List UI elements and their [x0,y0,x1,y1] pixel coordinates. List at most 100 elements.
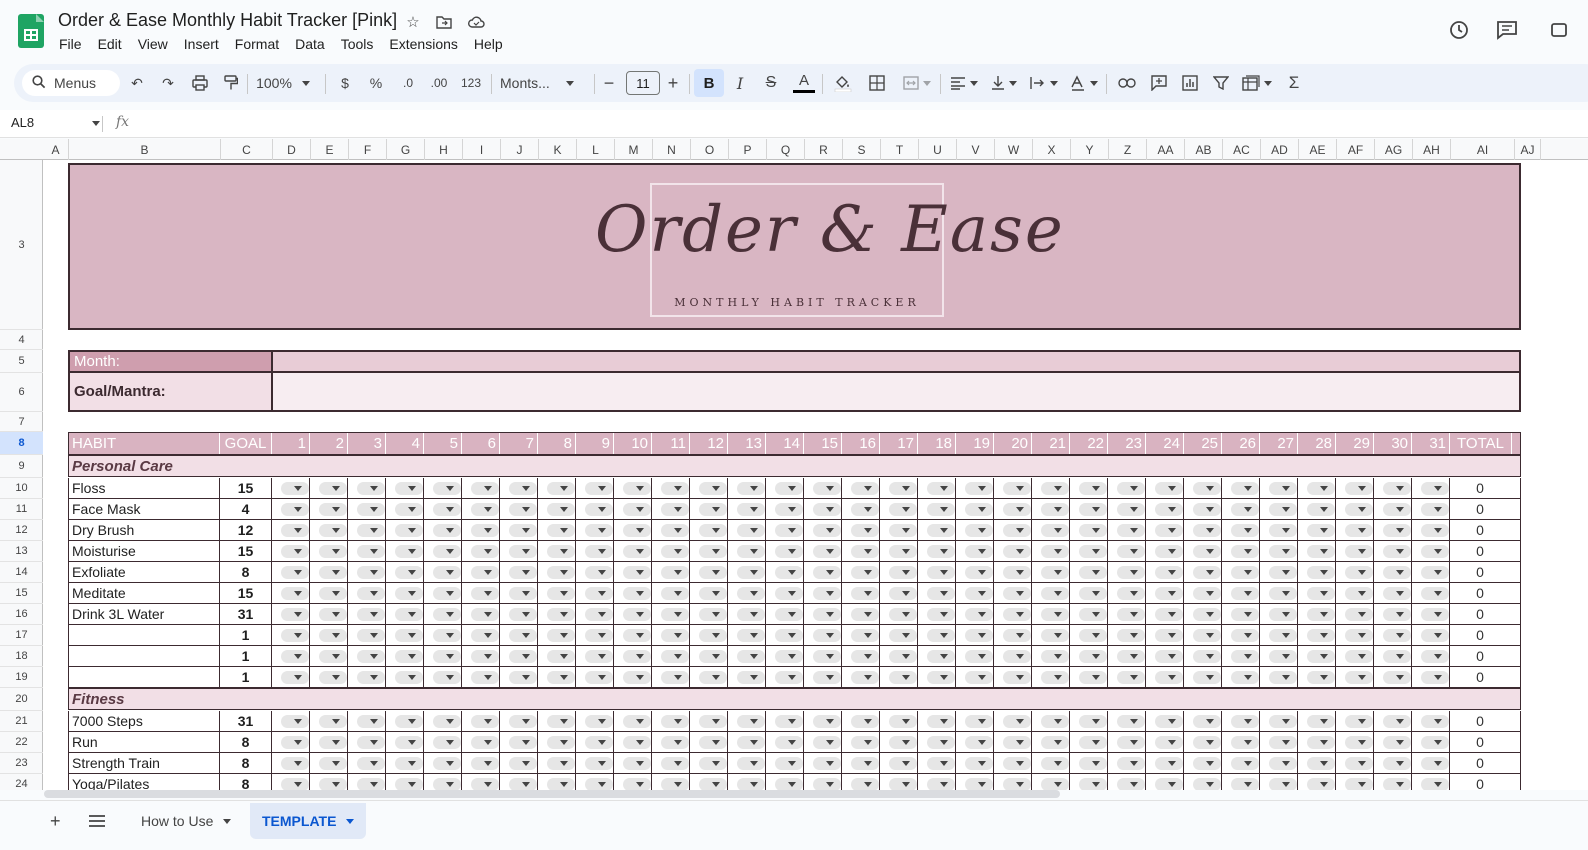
day-checkbox-dropdown[interactable] [310,646,348,666]
dropdown-chip-icon[interactable] [1155,628,1183,642]
paint-format-icon[interactable] [220,64,242,102]
dropdown-chip-icon[interactable] [1117,777,1145,790]
column-header-j[interactable]: J [501,139,539,160]
row-header-21[interactable]: 21 [0,711,43,732]
dropdown-chip-icon[interactable] [395,544,423,558]
dropdown-chip-icon[interactable] [889,756,917,770]
month-input[interactable] [271,350,1521,373]
dropdown-chip-icon[interactable] [699,481,727,495]
day-checkbox-dropdown[interactable] [386,583,424,603]
dropdown-chip-icon[interactable] [1193,714,1221,728]
dropdown-chip-icon[interactable] [1079,607,1107,621]
day-checkbox-dropdown[interactable] [728,478,766,498]
day-header-31[interactable]: 31 [1412,433,1450,454]
dropdown-chip-icon[interactable] [433,544,461,558]
column-header-e[interactable]: E [311,139,349,160]
dropdown-chip-icon[interactable] [775,502,803,516]
borders-icon[interactable] [866,64,888,102]
day-checkbox-dropdown[interactable] [804,520,842,540]
day-checkbox-dropdown[interactable] [918,562,956,582]
dropdown-chip-icon[interactable] [965,586,993,600]
dropdown-chip-icon[interactable] [889,586,917,600]
habit-name-cell[interactable]: Exfoliate [69,562,220,582]
day-header-19[interactable]: 19 [956,433,994,454]
day-checkbox-dropdown[interactable] [766,562,804,582]
day-checkbox-dropdown[interactable] [1260,562,1298,582]
day-checkbox-dropdown[interactable] [310,667,348,687]
currency-format-button[interactable]: $ [336,64,354,102]
dropdown-chip-icon[interactable] [623,777,651,790]
day-checkbox-dropdown[interactable] [1146,711,1184,731]
dropdown-chip-icon[interactable] [281,756,309,770]
day-checkbox-dropdown[interactable] [690,732,728,752]
increase-font-size-button[interactable]: + [664,64,682,102]
dropdown-chip-icon[interactable] [1345,649,1373,663]
dropdown-chip-icon[interactable] [1383,565,1411,579]
day-checkbox-dropdown[interactable] [500,732,538,752]
day-checkbox-dropdown[interactable] [272,774,310,790]
dropdown-chip-icon[interactable] [1231,714,1259,728]
day-checkbox-dropdown[interactable] [1108,541,1146,561]
dropdown-chip-icon[interactable] [1041,649,1069,663]
dropdown-chip-icon[interactable] [1345,523,1373,537]
day-header-7[interactable]: 7 [500,433,538,454]
day-checkbox-dropdown[interactable] [462,625,500,645]
column-header-s[interactable]: S [843,139,881,160]
day-checkbox-dropdown[interactable] [842,499,880,519]
day-checkbox-dropdown[interactable] [766,604,804,624]
day-checkbox-dropdown[interactable] [1412,667,1450,687]
day-checkbox-dropdown[interactable] [880,583,918,603]
day-header-22[interactable]: 22 [1070,433,1108,454]
day-checkbox-dropdown[interactable] [462,711,500,731]
day-checkbox-dropdown[interactable] [994,774,1032,790]
day-checkbox-dropdown[interactable] [538,562,576,582]
dropdown-chip-icon[interactable] [1421,649,1449,663]
day-header-9[interactable]: 9 [576,433,614,454]
dropdown-chip-icon[interactable] [1383,777,1411,790]
dropdown-chip-icon[interactable] [965,756,993,770]
dropdown-chip-icon[interactable] [775,735,803,749]
day-checkbox-dropdown[interactable] [994,604,1032,624]
dropdown-chip-icon[interactable] [661,670,689,684]
dropdown-chip-icon[interactable] [623,502,651,516]
dropdown-chip-icon[interactable] [965,628,993,642]
day-checkbox-dropdown[interactable] [918,732,956,752]
tab-how-to-use[interactable]: How to Use [127,803,245,839]
dropdown-chip-icon[interactable] [851,649,879,663]
dropdown-chip-icon[interactable] [851,565,879,579]
dropdown-chip-icon[interactable] [509,565,537,579]
day-checkbox-dropdown[interactable] [576,667,614,687]
day-checkbox-dropdown[interactable] [424,732,462,752]
dropdown-chip-icon[interactable] [1193,735,1221,749]
day-checkbox-dropdown[interactable] [1336,711,1374,731]
day-checkbox-dropdown[interactable] [424,583,462,603]
dropdown-chip-icon[interactable] [1079,481,1107,495]
day-checkbox-dropdown[interactable] [1336,646,1374,666]
dropdown-chip-icon[interactable] [357,523,385,537]
day-checkbox-dropdown[interactable] [842,541,880,561]
dropdown-chip-icon[interactable] [281,586,309,600]
day-header-1[interactable]: 1 [272,433,310,454]
row-header-17[interactable]: 17 [0,625,43,646]
day-checkbox-dropdown[interactable] [310,541,348,561]
dropdown-chip-icon[interactable] [1041,544,1069,558]
dropdown-chip-icon[interactable] [1307,756,1335,770]
day-checkbox-dropdown[interactable] [1336,667,1374,687]
dropdown-chip-icon[interactable] [813,481,841,495]
day-checkbox-dropdown[interactable] [1374,583,1412,603]
day-checkbox-dropdown[interactable] [462,520,500,540]
chevron-down-icon[interactable] [92,121,100,126]
dropdown-chip-icon[interactable] [509,586,537,600]
dropdown-chip-icon[interactable] [1383,502,1411,516]
dropdown-chip-icon[interactable] [1307,586,1335,600]
dropdown-chip-icon[interactable] [1345,714,1373,728]
day-checkbox-dropdown[interactable] [918,499,956,519]
goal-cell[interactable]: 8 [220,732,272,752]
filter-icon[interactable] [1209,64,1233,102]
day-checkbox-dropdown[interactable] [880,711,918,731]
day-checkbox-dropdown[interactable] [1336,732,1374,752]
day-checkbox-dropdown[interactable] [386,541,424,561]
dropdown-chip-icon[interactable] [433,502,461,516]
dropdown-chip-icon[interactable] [1269,586,1297,600]
day-checkbox-dropdown[interactable] [272,753,310,773]
